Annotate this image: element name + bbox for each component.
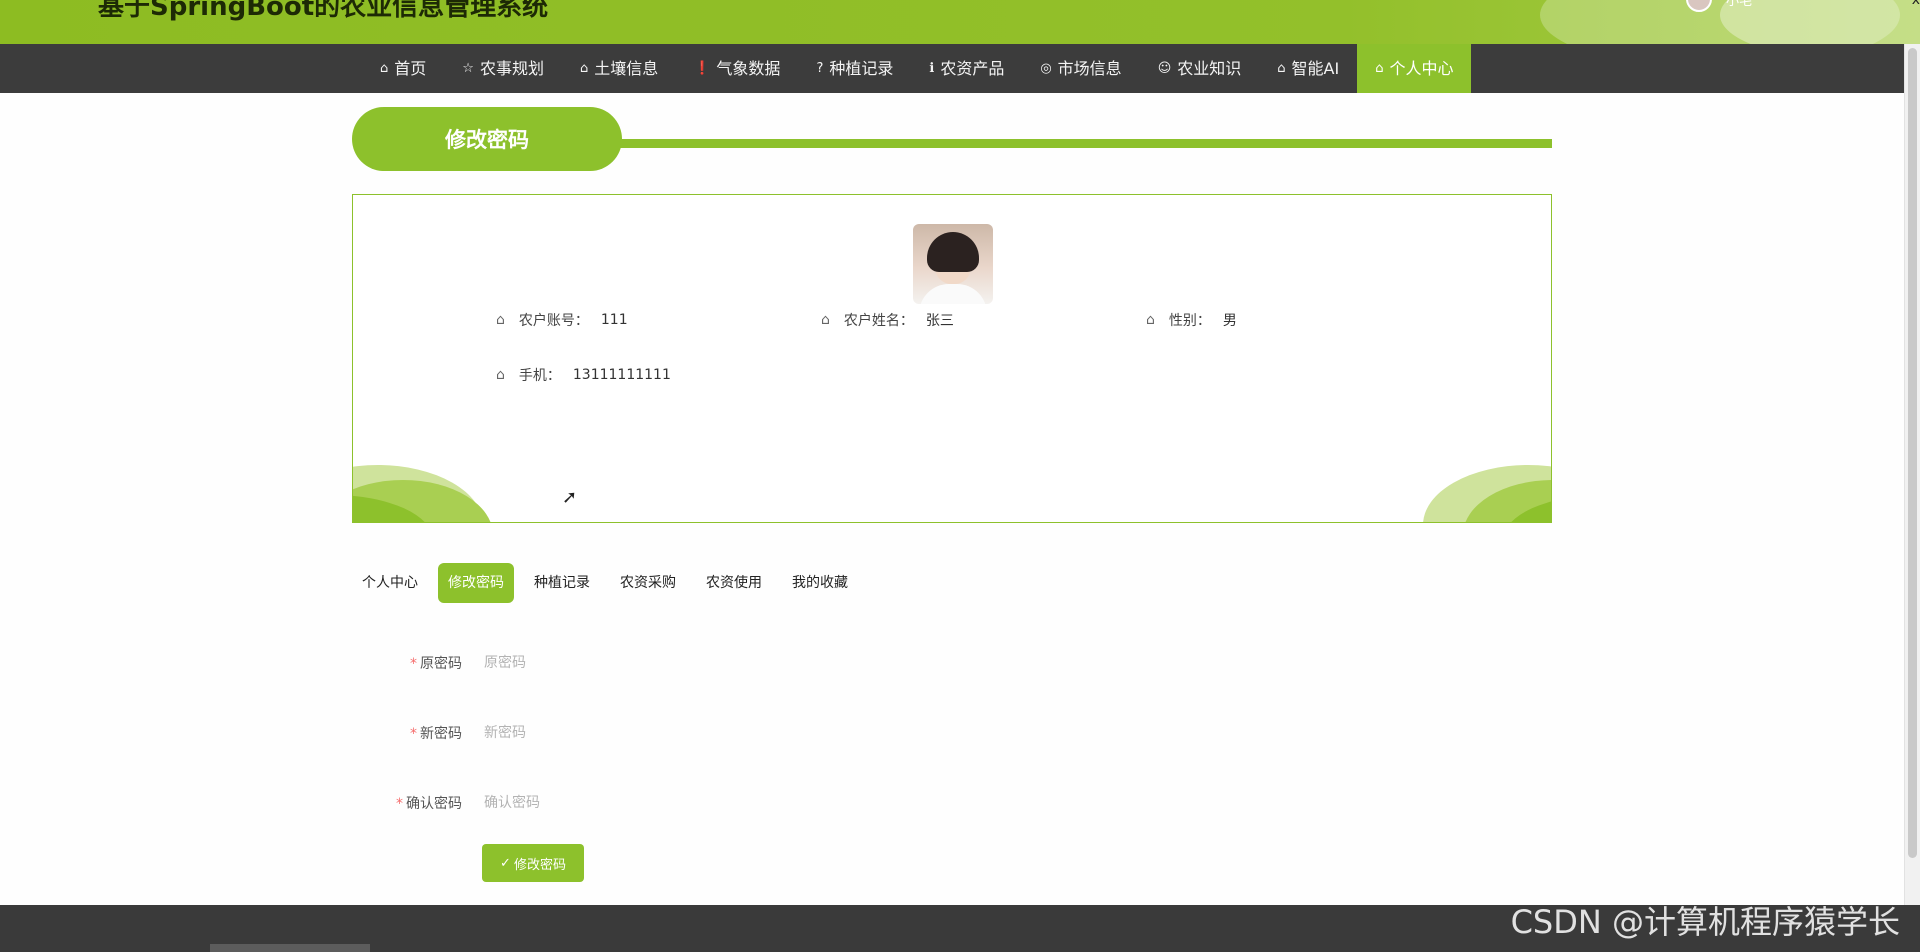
avatar-shirt <box>919 284 987 304</box>
avatar-hair <box>927 232 979 272</box>
profile-avatar <box>913 224 993 304</box>
header-banner: 基于SpringBoot的农业信息管理系统 小毛 x <box>0 0 1920 44</box>
required-marker: * <box>410 726 417 742</box>
profile-field-phone: ⌂ 手机： 13111111111 <box>496 365 671 385</box>
smile-icon: ☺ <box>1157 61 1172 76</box>
old-password-input[interactable] <box>482 648 782 678</box>
home-icon: ⌂ <box>496 312 505 328</box>
nav-item-weather-data[interactable]: ❗ 气象数据 <box>676 44 798 93</box>
watermark: CSDN @计算机程序猿学长 <box>1510 903 1900 941</box>
nav-item-supply-products[interactable]: ℹ 农资产品 <box>911 44 1022 93</box>
scrollbar-thumb[interactable] <box>1908 48 1917 858</box>
check-circle-icon: ✓ <box>500 855 511 871</box>
form-row-new-password: * 新密码 <box>352 718 782 748</box>
section-title: 修改密码 <box>352 107 622 171</box>
nav-item-label: 农业知识 <box>1177 59 1242 78</box>
nav-item-label: 个人中心 <box>1389 59 1454 78</box>
field-label: * 原密码 <box>352 653 482 673</box>
nav-item-label: 首页 <box>394 59 427 78</box>
home-icon: ⌂ <box>1375 61 1384 76</box>
nav-item-home[interactable]: ⌂ 首页 <box>362 44 444 93</box>
profile-tabs: 个人中心 修改密码 种植记录 农资采购 农资使用 我的收藏 <box>352 563 868 603</box>
field-label-text: 新密码 <box>420 726 462 742</box>
field-label: 农户账号： <box>518 313 589 329</box>
mouse-cursor-icon: ➚ <box>562 487 578 508</box>
section-divider <box>612 139 1552 148</box>
home-icon: ⌂ <box>496 367 505 383</box>
field-label: 手机： <box>518 368 561 384</box>
home-icon: ⌂ <box>1146 312 1155 328</box>
form-row-old-password: * 原密码 <box>352 648 782 678</box>
profile-field-gender: ⌂ 性别： 男 <box>1146 310 1237 330</box>
tab-supply-usage[interactable]: 农资使用 <box>696 563 772 603</box>
tab-change-password[interactable]: 修改密码 <box>438 563 514 603</box>
profile-field-name: ⌂ 农户姓名： 张三 <box>821 310 954 330</box>
nav-item-label: 土壤信息 <box>594 59 659 78</box>
nav-item-market-info[interactable]: ◎ 市场信息 <box>1022 44 1139 93</box>
required-marker: * <box>410 656 417 672</box>
nav-item-label: 智能AI <box>1291 59 1340 78</box>
confirm-password-input[interactable] <box>482 788 782 818</box>
nav-item-soil-info[interactable]: ⌂ 土壤信息 <box>562 44 676 93</box>
button-label: 修改密码 <box>513 857 566 873</box>
nav-item-label: 种植记录 <box>829 59 894 78</box>
form-row-confirm-password: * 确认密码 <box>352 788 782 818</box>
field-label: 农户姓名： <box>843 313 914 329</box>
taskbar-item[interactable] <box>210 944 370 952</box>
field-label-text: 确认密码 <box>406 796 462 812</box>
new-password-input[interactable] <box>482 718 782 748</box>
main-nav: ⌂ 首页 ☆ 农事规划 ⌂ 土壤信息 ❗ 气象数据 ? 种植记录 ℹ 农资产品 ◎ 市场信息 … <box>0 44 1904 93</box>
close-icon[interactable]: x <box>1912 0 1920 8</box>
home-icon: ⌂ <box>380 61 389 76</box>
info-icon: ℹ <box>929 61 935 76</box>
required-marker: * <box>396 796 403 812</box>
nav-item-personal-center[interactable]: ⌂ 个人中心 <box>1357 44 1472 93</box>
tab-planting-records[interactable]: 种植记录 <box>524 563 600 603</box>
user-name[interactable]: 小毛 <box>1726 0 1752 9</box>
profile-field-account: ⌂ 农户账号： 111 <box>496 310 628 330</box>
nav-item-farm-plan[interactable]: ☆ 农事规划 <box>444 44 562 93</box>
tab-personal-center[interactable]: 个人中心 <box>352 563 428 603</box>
nav-item-label: 市场信息 <box>1057 59 1122 78</box>
field-value: 男 <box>1222 313 1237 329</box>
home-icon: ⌂ <box>1277 61 1286 76</box>
page-scrollbar[interactable] <box>1904 44 1920 905</box>
field-label: * 新密码 <box>352 723 482 743</box>
nav-item-smart-ai[interactable]: ⌂ 智能AI <box>1259 44 1357 93</box>
tab-my-favorites[interactable]: 我的收藏 <box>782 563 858 603</box>
question-icon: ? <box>816 61 824 76</box>
profile-card: ⌂ 农户账号： 111 ⌂ 农户姓名： 张三 ⌂ 性别： 男 ⌂ 手机： 131… <box>352 194 1552 523</box>
nav-item-label: 农资产品 <box>940 59 1005 78</box>
bag-icon: ⌂ <box>579 61 589 76</box>
nav-item-label: 气象数据 <box>716 59 781 78</box>
tab-supply-purchase[interactable]: 农资采购 <box>610 563 686 603</box>
nav-item-planting-records[interactable]: ? 种植记录 <box>798 44 911 93</box>
field-label: 性别： <box>1168 313 1211 329</box>
nav-item-agri-knowledge[interactable]: ☺ 农业知识 <box>1140 44 1260 93</box>
change-password-button[interactable]: ✓ 修改密码 <box>482 844 584 882</box>
field-value: 张三 <box>925 313 954 329</box>
target-icon: ◎ <box>1040 61 1052 76</box>
app-title: 基于SpringBoot的农业信息管理系统 <box>98 0 549 22</box>
warning-icon: ❗ <box>694 61 711 76</box>
field-label: * 确认密码 <box>352 793 482 813</box>
nav-item-label: 农事规划 <box>479 59 544 78</box>
field-label-text: 原密码 <box>420 656 462 672</box>
field-value: 13111111111 <box>572 367 671 383</box>
home-icon: ⌂ <box>821 312 830 328</box>
star-icon: ☆ <box>462 61 474 76</box>
field-value: 111 <box>600 312 628 328</box>
